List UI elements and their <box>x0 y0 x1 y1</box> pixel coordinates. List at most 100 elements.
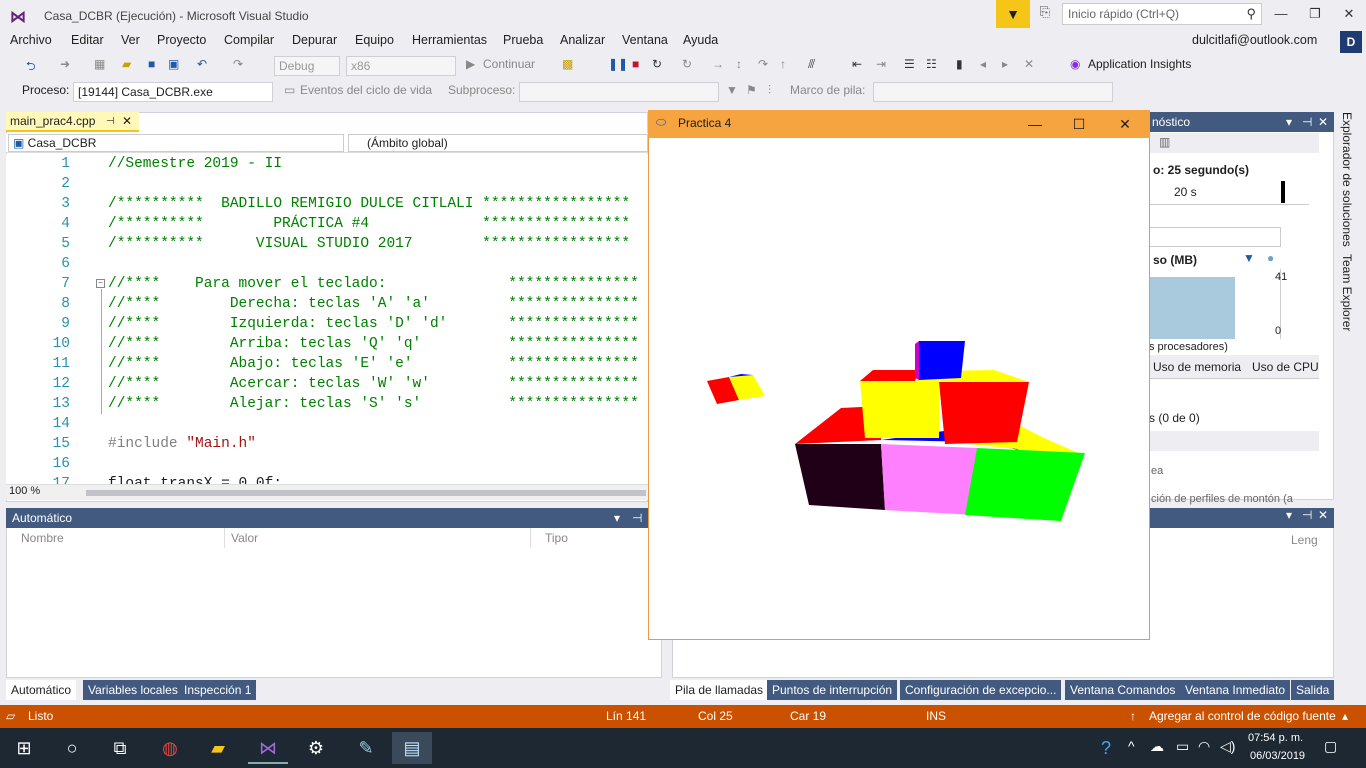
comment-icon[interactable]: ☰ <box>904 57 915 71</box>
wifi-icon[interactable]: ◠ <box>1198 738 1210 755</box>
project-scope-select[interactable]: ▣ Casa_DCBR <box>8 134 344 152</box>
add-source-control-button[interactable]: Agregar al control de código fuente <box>1149 705 1336 728</box>
step-over-icon[interactable]: ↕ <box>736 57 742 71</box>
notification-filter-icon[interactable]: ▼ <box>996 0 1030 28</box>
prev-bookmark-icon[interactable]: ◂ <box>980 57 986 71</box>
tray-chevron-icon[interactable]: ^ <box>1128 738 1135 754</box>
tab-inspeccion-1[interactable]: Inspección 1 <box>179 680 257 700</box>
dropdown-icon[interactable]: ▾ <box>1286 112 1292 132</box>
menu-editar[interactable]: Editar <box>71 33 104 47</box>
cortana-icon[interactable]: ○ <box>52 732 92 764</box>
tab-explorador-soluciones[interactable]: Explorador de soluciones <box>1340 112 1354 247</box>
tab-ventana-inmediato[interactable]: Ventana Inmediato <box>1180 680 1291 700</box>
column-tipo[interactable]: Tipo <box>531 528 651 548</box>
menu-ayuda[interactable]: Ayuda <box>683 33 718 47</box>
indent-icon[interactable]: ⇤ <box>852 57 862 71</box>
document-tab[interactable]: main_prac4.cpp ⊣ ✕ <box>6 112 139 132</box>
tab-pila-llamadas[interactable]: Pila de llamadas <box>670 680 769 700</box>
global-scope-select[interactable]: (Ámbito global) <box>348 134 648 152</box>
step-back-icon[interactable]: ↑ <box>780 57 786 71</box>
bookmark-icon[interactable]: ▮ <box>956 57 963 71</box>
tab-variables-locales[interactable]: Variables locales <box>83 680 183 700</box>
platform-select[interactable]: x86 <box>346 56 456 76</box>
dropdown-icon[interactable]: ▾ <box>614 508 620 528</box>
minimize-button[interactable]: — <box>1266 4 1296 24</box>
paint-icon[interactable]: ✎ <box>346 732 386 764</box>
menu-ventana[interactable]: Ventana <box>622 33 668 47</box>
close-icon[interactable]: ✕ <box>1318 508 1328 522</box>
clear-bookmarks-icon[interactable]: ✕ <box>1024 57 1034 71</box>
practica-maximize-button[interactable]: ☐ <box>1056 112 1102 136</box>
help-icon[interactable]: ? <box>1086 732 1126 764</box>
stop-icon[interactable]: ■ <box>632 57 639 71</box>
flag-icon[interactable]: ⚑ <box>746 83 757 97</box>
uncomment-icon[interactable]: ☷ <box>926 57 937 71</box>
code-editor[interactable]: 1 //Semestre 2019 - II 2 3 /********** BADIL… <box>6 154 648 484</box>
close-button[interactable]: ✕ <box>1334 4 1364 24</box>
pin-icon[interactable]: ⊣ <box>106 112 115 131</box>
application-insights-button[interactable]: Application Insights <box>1088 57 1191 71</box>
continue-button[interactable]: Continuar <box>483 57 535 71</box>
feedback-icon[interactable]: ⎘ <box>1034 4 1056 24</box>
pin-icon[interactable]: ⊣ <box>632 508 642 528</box>
horizontal-scrollbar[interactable] <box>86 490 646 496</box>
menu-herramientas[interactable]: Herramientas <box>412 33 487 47</box>
close-tab-icon[interactable]: ✕ <box>122 112 132 131</box>
restore-button[interactable]: ❐ <box>1300 4 1330 24</box>
save-all-icon[interactable]: ▣ <box>168 57 179 71</box>
undo-icon[interactable]: ↶ <box>197 57 207 71</box>
tab-ventana-comandos[interactable]: Ventana Comandos <box>1065 680 1181 700</box>
chevron-up-icon[interactable]: ▴ <box>1342 705 1348 728</box>
lifecycle-events-select[interactable]: Eventos del ciclo de vida <box>300 83 432 97</box>
outdent-icon[interactable]: ⇥ <box>876 57 886 71</box>
save-icon[interactable]: ■ <box>148 57 155 71</box>
redo-icon[interactable]: ↷ <box>233 57 243 71</box>
battery-icon[interactable]: ▭ <box>1176 738 1189 755</box>
pause-icon[interactable]: ❚❚ <box>608 57 628 71</box>
process-select[interactable]: [19144] Casa_DCBR.exe <box>73 82 273 102</box>
windows-start-icon[interactable]: ⊞ <box>4 732 44 764</box>
menu-ver[interactable]: Ver <box>121 33 140 47</box>
menu-archivo[interactable]: Archivo <box>10 33 52 47</box>
visual-studio-taskbar-icon[interactable]: ⋈ <box>248 732 288 764</box>
step-into-icon[interactable]: → <box>712 57 724 71</box>
practica-minimize-button[interactable]: — <box>1012 112 1058 136</box>
thread-select[interactable] <box>519 82 719 102</box>
tab-salida[interactable]: Salida <box>1291 680 1335 700</box>
settings-icon[interactable]: ⚙ <box>296 732 336 764</box>
opengl-canvas[interactable] <box>649 138 1149 639</box>
clock-date[interactable]: 06/03/2019 <box>1250 750 1305 762</box>
new-project-icon[interactable]: ▦ <box>94 57 105 71</box>
config-select[interactable]: Debug <box>274 56 340 76</box>
back-icon[interactable]: ⮌ <box>26 57 36 78</box>
tab-uso-cpu[interactable]: Uso de CPU <box>1252 360 1319 374</box>
onedrive-icon[interactable]: ☁ <box>1150 738 1164 755</box>
filter-thread-icon[interactable]: ▼ <box>726 83 738 97</box>
tab-puntos-interrupcion[interactable]: Puntos de interrupción <box>767 680 898 700</box>
task-view-icon[interactable]: ⧉ <box>100 732 140 764</box>
timeline-ruler[interactable]: 20 s <box>1149 181 1309 205</box>
account-email[interactable]: dulcitlafi@outlook.com <box>1192 33 1317 47</box>
find-icon[interactable]: ▩ <box>562 57 573 71</box>
tab-automatico[interactable]: Automático <box>6 680 77 700</box>
open-folder-icon[interactable]: ▰ <box>122 57 131 71</box>
clock-time[interactable]: 07:54 p. m. <box>1248 732 1303 744</box>
threads-icon[interactable]: ⫻ <box>808 57 815 72</box>
notifications-icon[interactable]: ▢ <box>1324 738 1337 755</box>
quick-launch-input[interactable]: Inicio rápido (Ctrl+Q) ⚲ <box>1062 3 1262 25</box>
dropdown-icon[interactable]: ▾ <box>1286 508 1292 522</box>
restart-icon[interactable]: ↻ <box>652 57 662 71</box>
show-threads-icon[interactable]: ⫶ <box>768 83 771 98</box>
menu-analizar[interactable]: Analizar <box>560 33 605 47</box>
forward-icon[interactable]: ➜ <box>60 57 70 71</box>
diag-link-1[interactable]: ea <box>1151 465 1163 477</box>
stack-frame-select[interactable] <box>873 82 1113 102</box>
tab-team-explorer[interactable]: Team Explorer <box>1340 254 1354 331</box>
file-explorer-icon[interactable]: ▰ <box>198 732 238 764</box>
chrome-icon[interactable]: ◍ <box>150 732 190 764</box>
close-icon[interactable]: ✕ <box>1318 112 1328 132</box>
tab-uso-memoria[interactable]: Uso de memoria <box>1153 360 1241 374</box>
zoom-level-select[interactable]: 100 % <box>9 485 40 497</box>
show-next-statement-icon[interactable]: ↻ <box>682 57 692 71</box>
practica-window-taskbar-icon[interactable]: ▤ <box>392 732 432 764</box>
